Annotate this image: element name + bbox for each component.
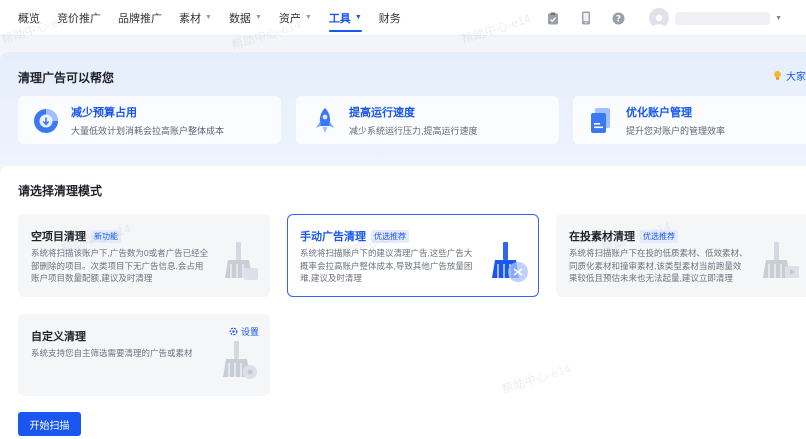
mode-description: 系统将扫描该账户下,广告数为0或者广告已经全 部删除的项目。次类项目下无广告信息… bbox=[31, 247, 208, 285]
bulb-icon bbox=[774, 70, 781, 80]
phone-icon[interactable] bbox=[579, 11, 592, 25]
benefit-card-reduce-budget: 减少预算占用 大量低效计划消耗会拉高账户整体成本 bbox=[18, 96, 281, 144]
nav-menu: 概览 竞价推广 品牌推广 素材 ▼ 数据 ▼ 资产 ▼ 工具 ▼ 财务 bbox=[0, 0, 418, 36]
mode-header: 自定义清理 bbox=[31, 328, 86, 344]
mode-name: 在投素材清理 bbox=[569, 231, 635, 243]
account-name[interactable] bbox=[675, 11, 771, 25]
mode-description-line: 系统支持您自主筛选需要清理的广告或素材 bbox=[31, 348, 193, 358]
nav-item-label: 概览 bbox=[18, 12, 40, 25]
benefit-card-account-management: 优化账户管理 提升您对账户的管理效率 bbox=[573, 96, 806, 144]
gear-icon bbox=[229, 327, 238, 336]
mode-description-line: 系统将扫描账户下在投的低质素材、低效素材、 bbox=[569, 248, 748, 258]
nav-item-label: 竞价推广 bbox=[57, 12, 101, 25]
nav-item-label: 品牌推广 bbox=[118, 12, 162, 25]
mode-description-line: 系统将扫描该账户下,广告数为0或者广告已经全 bbox=[31, 248, 209, 258]
nav-item-bidding[interactable]: 竞价推广 bbox=[57, 0, 101, 36]
mode-description-line: 概率会拉高账户整体成本,导致其他广告放量困 bbox=[300, 260, 473, 271]
mode-description-line: 账户项目数量配额,建议及时清理 bbox=[31, 273, 153, 283]
nav-item-overview[interactable]: 概览 bbox=[18, 0, 40, 36]
nav-item-label: 财务 bbox=[378, 12, 401, 25]
mode-card-active-material[interactable]: 在投素材清理 优选推荐 系统将扫描账户下在投的低质素材、低效素材、 同质化素材和… bbox=[556, 214, 806, 297]
benefit-desc: 大量低效计划消耗会拉高账户整体成本 bbox=[71, 125, 225, 136]
avatar[interactable] bbox=[649, 8, 670, 28]
mode-description-line: 难,建议及时清理 bbox=[300, 273, 362, 283]
broom-clean-icon bbox=[492, 242, 528, 282]
chevron-down-icon[interactable]: ▼ bbox=[775, 15, 782, 22]
broom-clean-icon bbox=[225, 242, 258, 280]
nav-item-tools[interactable]: 工具 ▼ bbox=[328, 0, 362, 36]
benefits-banner: 清理广告可以帮您 大家 减少预算占用 大量低效计划消耗会拉高账户整体成本 提高运… bbox=[0, 52, 806, 164]
benefit-desc: 减少系统运行压力,提高运行速度 bbox=[349, 125, 478, 136]
recommended-badge: 优选推荐 bbox=[640, 229, 678, 243]
nav-right-tools: ? ▼ bbox=[546, 0, 806, 36]
mode-name: 手动广告清理 bbox=[300, 231, 366, 243]
rocket-icon bbox=[316, 108, 334, 133]
nav-item-label: 素材 bbox=[179, 12, 201, 25]
clipboard-icon[interactable] bbox=[546, 12, 559, 25]
recommended-badge: 优选推荐 bbox=[371, 229, 409, 243]
start-scan-button[interactable]: 开始扫描 bbox=[18, 412, 81, 436]
banner-tip[interactable]: 大家 bbox=[772, 68, 806, 83]
nav-item-label: 数据 bbox=[228, 12, 251, 25]
banner-tip-text: 大家 bbox=[786, 72, 806, 83]
nav-item-assets[interactable]: 资产 ▼ bbox=[279, 0, 312, 36]
settings-link[interactable]: 设置 bbox=[229, 325, 259, 338]
chevron-down-icon: ▼ bbox=[304, 14, 312, 21]
mode-description-line: 部删除的项目。次类项目下无广告信息,会占用 bbox=[31, 260, 204, 271]
nav-item-data[interactable]: 数据 ▼ bbox=[229, 0, 262, 36]
broom-clean-icon bbox=[763, 242, 799, 278]
mode-description: 系统将扫描账户下在投的低质素材、低效素材、 同质化素材和撞审素材,该类型素材当前… bbox=[569, 247, 748, 285]
svg-text:?: ? bbox=[616, 14, 621, 24]
cleanup-mode-panel: 请选择清理模式 空项目清理 新功能 系统将扫描该账户下,广告数为0或者广告已经全… bbox=[0, 166, 806, 439]
mode-description-line: 果较低且预估未来也无法起量,建议立即清理 bbox=[569, 273, 733, 283]
nav-item-finance[interactable]: 财务 bbox=[379, 0, 401, 36]
benefit-title: 减少预算占用 bbox=[71, 106, 137, 119]
section-title: 请选择清理模式 bbox=[18, 184, 103, 198]
mode-name: 空项目清理 bbox=[31, 231, 86, 243]
benefit-title: 提高运行速度 bbox=[349, 106, 415, 119]
broom-clean-icon bbox=[223, 341, 257, 379]
new-feature-badge: 新功能 bbox=[91, 229, 121, 243]
settings-label: 设置 bbox=[240, 327, 259, 337]
mode-description-line: 同质化素材和撞审素材,该类型素材当前跑量效 bbox=[569, 260, 742, 271]
mode-card-manual-ad[interactable]: 手动广告清理 优选推荐 系统将扫描账户下的建议清理广告,这些广告大 概率会拉高账… bbox=[287, 214, 539, 297]
mode-card-empty-project[interactable]: 空项目清理 新功能 系统将扫描该账户下,广告数为0或者广告已经全 部删除的项目。… bbox=[18, 214, 270, 297]
mode-description: 系统支持您自主筛选需要清理的广告或素材 bbox=[31, 347, 193, 360]
nav-item-label: 资产 bbox=[278, 12, 301, 25]
mode-description: 系统将扫描账户下的建议清理广告,这些广告大 概率会拉高账户整体成本,导致其他广告… bbox=[300, 247, 472, 285]
mode-header: 手动广告清理 优选推荐 bbox=[300, 228, 409, 244]
user-icon bbox=[652, 14, 666, 28]
benefit-title: 优化账户管理 bbox=[626, 106, 692, 119]
top-navigation: 概览 竞价推广 品牌推广 素材 ▼ 数据 ▼ 资产 ▼ 工具 ▼ 财务 ? ▼ bbox=[0, 0, 806, 36]
chevron-down-icon: ▼ bbox=[254, 14, 262, 21]
mode-header: 空项目清理 新功能 bbox=[31, 228, 121, 244]
mode-card-custom[interactable]: 自定义清理 设置 系统支持您自主筛选需要清理的广告或素材 bbox=[18, 314, 270, 396]
mode-name: 自定义清理 bbox=[31, 331, 86, 343]
nav-item-label: 工具 bbox=[328, 12, 351, 25]
benefit-card-speed: 提高运行速度 减少系统运行压力,提高运行速度 bbox=[296, 96, 559, 144]
help-icon[interactable]: ? bbox=[612, 12, 625, 25]
document-icon bbox=[591, 108, 610, 133]
nav-item-brand[interactable]: 品牌推广 bbox=[118, 0, 162, 36]
chevron-down-icon: ▼ bbox=[205, 14, 212, 21]
nav-item-material[interactable]: 素材 ▼ bbox=[179, 0, 212, 36]
mode-description-line: 系统将扫描账户下的建议清理广告,这些广告大 bbox=[300, 248, 473, 258]
pie-chart-icon bbox=[34, 109, 58, 133]
chevron-down-icon: ▼ bbox=[354, 14, 362, 21]
banner-title: 清理广告可以帮您 bbox=[18, 71, 115, 85]
benefit-desc: 提升您对账户的管理效率 bbox=[626, 125, 726, 136]
mode-header: 在投素材清理 优选推荐 bbox=[569, 228, 678, 244]
